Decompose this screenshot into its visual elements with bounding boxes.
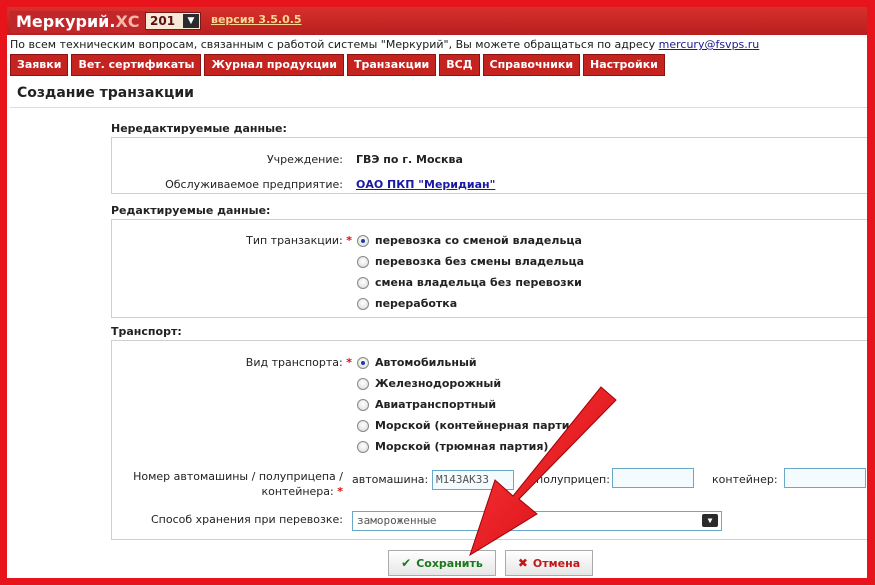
radio-transport-auto[interactable]: Автомобильный: [357, 356, 477, 369]
radio-button[interactable]: [357, 356, 369, 369]
radio-label: смена владельца без перевозки: [375, 276, 582, 289]
header: Меркурий.ХС 201 ▼ версия 3.5.0.5 По всем…: [7, 7, 867, 87]
tab-zayavki[interactable]: Заявки: [10, 54, 69, 76]
tab-directories[interactable]: Справочники: [482, 54, 581, 76]
vehicle-number-label-line1: Номер автомашины / полуприцепа /: [133, 470, 343, 483]
main-nav: Заявки Вет. сертификаты Журнал продукции…: [10, 54, 665, 76]
radio-transport-rail[interactable]: Железнодорожный: [357, 377, 501, 390]
radio-transfer-with-owner-change[interactable]: перевозка со сменой владельца: [357, 234, 582, 247]
logo-text: Меркурий.: [16, 12, 116, 31]
institution-label: Учреждение:: [266, 153, 343, 166]
tab-transactions[interactable]: Транзакции: [346, 54, 437, 76]
cancel-button[interactable]: ✖ Отмена: [505, 550, 593, 576]
readonly-heading: Нередактируемые данные:: [111, 122, 287, 135]
vehicle-number-label-line2: контейнера: *: [133, 484, 343, 499]
page-title: Создание транзакции: [17, 85, 194, 101]
year-value: 201: [150, 14, 176, 28]
storage-method-label: Способ хранения при перевозке:: [150, 513, 343, 526]
year-select[interactable]: 201 ▼: [145, 12, 201, 30]
radio-label: Авиатранспортный: [375, 398, 497, 411]
radio-label: Морской (трюмная партия): [375, 440, 549, 453]
logo: Меркурий.ХС: [10, 11, 146, 33]
transaction-type-label-text: Тип транзакции:: [246, 234, 343, 247]
support-message: По всем техническим вопросам, связанным …: [10, 38, 659, 51]
trailer-number-input[interactable]: [612, 468, 694, 488]
transaction-type-label: Тип транзакции: *: [246, 234, 352, 247]
container-label: контейнер:: [712, 473, 778, 486]
storage-method-select[interactable]: замороженные ▼: [352, 511, 722, 531]
radio-button[interactable]: [357, 255, 369, 268]
radio-label: переработка: [375, 297, 458, 310]
radio-button[interactable]: [357, 297, 369, 310]
save-button-label: Сохранить: [416, 556, 483, 570]
radio-label: Морской (контейнерная партия): [375, 419, 582, 432]
vehicle-number-label: Номер автомашины / полуприцепа / контейн…: [133, 469, 343, 499]
transport-kind-label-text: Вид транспорта:: [245, 356, 343, 369]
vehicle-number-label-text: контейнера:: [261, 485, 334, 498]
divider: [10, 107, 867, 108]
radio-button[interactable]: [357, 419, 369, 432]
car-number-input[interactable]: М143АК33: [432, 470, 514, 490]
cancel-button-label: Отмена: [532, 556, 581, 570]
radio-owner-change-without-transfer[interactable]: смена владельца без перевозки: [357, 276, 582, 289]
radio-label: Автомобильный: [375, 356, 477, 369]
tab-vet-certificates[interactable]: Вет. сертификаты: [71, 54, 202, 76]
radio-processing[interactable]: переработка: [357, 297, 457, 310]
trailer-label: полуприцеп:: [536, 473, 610, 486]
logo-xc: ХС: [115, 12, 140, 31]
radio-transport-sea-hold[interactable]: Морской (трюмная партия): [357, 440, 548, 453]
radio-transfer-without-owner-change[interactable]: перевозка без смены владельца: [357, 255, 584, 268]
container-number-input[interactable]: [784, 468, 866, 488]
radio-transport-sea-container[interactable]: Морской (контейнерная партия): [357, 419, 582, 432]
enterprise-link[interactable]: ОАО ПКП "Меридиан": [356, 178, 495, 191]
radio-transport-air[interactable]: Авиатранспортный: [357, 398, 496, 411]
enterprise-label: Обслуживаемое предприятие:: [165, 178, 343, 191]
radio-button[interactable]: [357, 276, 369, 289]
transport-heading: Транспорт:: [111, 325, 182, 338]
save-button[interactable]: ✔ Сохранить: [388, 550, 496, 576]
editable-panel: Тип транзакции: * перевозка со сменой вл…: [111, 219, 867, 318]
readonly-panel: Учреждение: ГВЭ по г. Москва Обслуживаем…: [111, 137, 867, 194]
tab-settings[interactable]: Настройки: [583, 54, 665, 76]
version-link[interactable]: версия 3.5.0.5: [211, 13, 302, 26]
radio-button[interactable]: [357, 440, 369, 453]
required-mark: *: [346, 356, 352, 369]
radio-label: Железнодорожный: [375, 377, 502, 390]
tab-product-journal[interactable]: Журнал продукции: [204, 54, 344, 76]
support-text: По всем техническим вопросам, связанным …: [10, 38, 759, 51]
close-icon: ✖: [517, 556, 528, 570]
required-mark: *: [337, 485, 343, 498]
app-window: Меркурий.ХС 201 ▼ версия 3.5.0.5 По всем…: [7, 7, 867, 578]
editable-heading: Редактируемые данные:: [111, 204, 271, 217]
tab-vsd[interactable]: ВСД: [439, 54, 480, 76]
radio-label: перевозка со сменой владельца: [375, 234, 582, 247]
institution-value: ГВЭ по г. Москва: [356, 153, 463, 166]
transport-kind-label: Вид транспорта: *: [246, 356, 352, 369]
radio-label: перевозка без смены владельца: [375, 255, 585, 268]
transport-panel: Вид транспорта: * Автомобильный Железнод…: [111, 340, 867, 540]
radio-button[interactable]: [357, 377, 369, 390]
chevron-down-icon[interactable]: ▼: [702, 514, 718, 527]
radio-button[interactable]: [357, 398, 369, 411]
radio-button[interactable]: [357, 234, 369, 247]
storage-method-value: замороженные: [357, 514, 437, 527]
chevron-down-icon[interactable]: ▼: [183, 14, 199, 28]
required-mark: *: [346, 234, 352, 247]
support-email-link[interactable]: mercury@fsvps.ru: [659, 38, 760, 51]
car-label: автомашина:: [352, 473, 429, 486]
checkmark-icon: ✔: [401, 556, 412, 570]
